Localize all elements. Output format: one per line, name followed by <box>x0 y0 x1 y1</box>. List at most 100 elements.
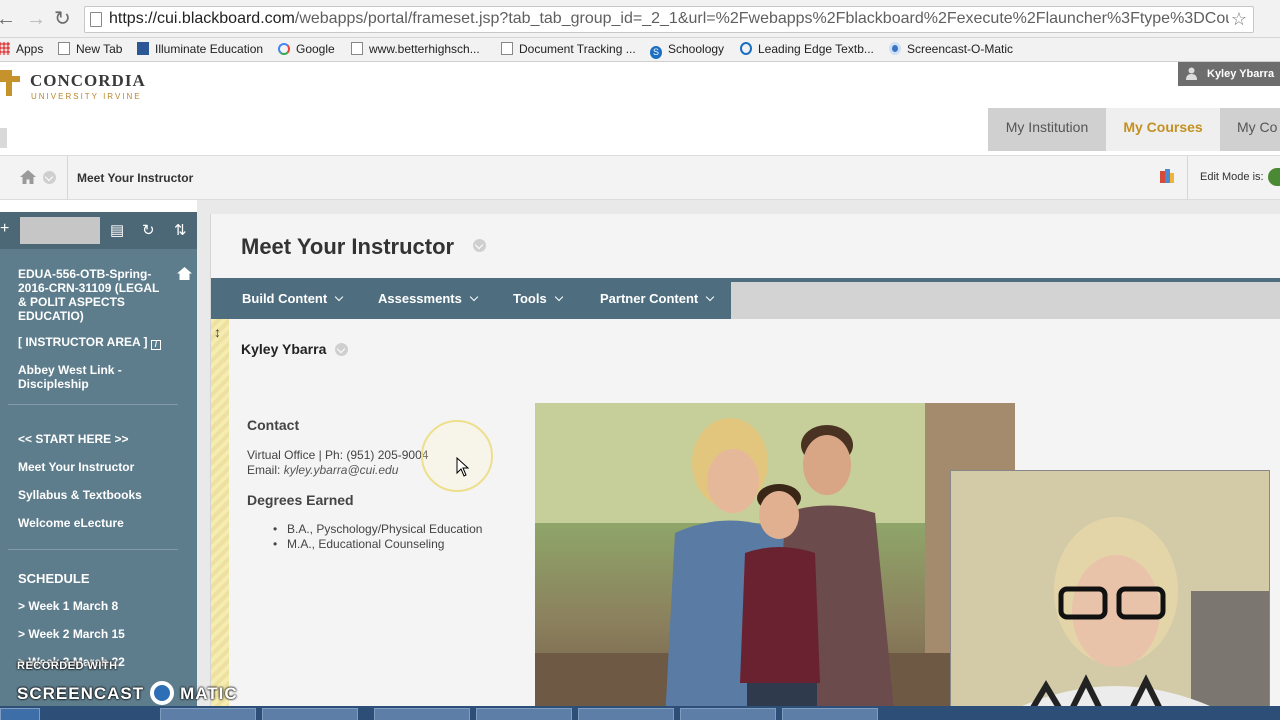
url-field[interactable]: https://cui.blackboard.com/webapps/porta… <box>84 6 1254 33</box>
partner-content-menu[interactable]: Partner Content <box>600 291 715 306</box>
user-name: Kyley Ybarra <box>1207 68 1275 80</box>
drag-handle-icon[interactable]: ↕ <box>214 324 221 340</box>
bookmark-google[interactable]: Google <box>278 42 335 56</box>
chevron-down-icon <box>334 292 344 302</box>
start-button[interactable] <box>0 708 40 720</box>
bookmark-screencast[interactable]: Screencast-O-Matic <box>889 42 1013 56</box>
course-title[interactable]: EDUA-556-OTB-Spring-2016-CRN-31109 (LEGA… <box>18 267 170 323</box>
taskbar-app-ie[interactable] <box>262 708 358 720</box>
tab-my-community[interactable]: My Co <box>1220 108 1280 151</box>
webcam-overlay <box>950 470 1270 710</box>
watermark-line1: RECORDED WITH <box>17 660 118 672</box>
sidebar-item-syllabus[interactable]: Syllabus & Textbooks <box>18 488 142 502</box>
taskbar-app-4[interactable] <box>680 708 776 720</box>
tools-menu[interactable]: Tools <box>513 291 563 306</box>
sidebar-item-meet-your-instructor[interactable]: Meet Your Instructor <box>18 460 134 474</box>
degree-item: M.A., Educational Counseling <box>273 537 444 551</box>
sidebar-item-abbey-west[interactable]: Abbey West Link - Discipleship <box>18 363 168 391</box>
page-title: Meet Your Instructor <box>241 234 455 259</box>
tab-my-institution[interactable]: My Institution <box>988 108 1106 151</box>
chevron-down-icon[interactable] <box>43 171 56 184</box>
color-palette-icon[interactable] <box>1160 169 1174 183</box>
refresh-icon[interactable]: ↻ <box>142 221 155 239</box>
action-bar-blank <box>731 282 1280 319</box>
windows-taskbar <box>0 706 1280 720</box>
page-icon <box>90 12 102 27</box>
hidden-item-icon: / <box>150 340 161 350</box>
contact-email-row: Email: kyley.ybarra@cui.edu <box>247 463 398 477</box>
taskbar-app-folder[interactable] <box>160 708 256 720</box>
watermark-screencast: SCREENCAST <box>17 684 145 703</box>
bookmark-schoology[interactable]: S Schoology <box>650 42 724 59</box>
edit-mode-toggle[interactable] <box>1268 168 1280 186</box>
bookmark-document-tracking[interactable]: Document Tracking ... <box>501 42 636 56</box>
course-menu-search[interactable] <box>20 217 100 244</box>
url-host: https://cui.blackboard.com <box>109 10 295 27</box>
google-icon <box>278 43 290 55</box>
taskbar-app-3[interactable] <box>578 708 674 720</box>
page-title-menu-icon[interactable] <box>473 239 486 252</box>
chevron-down-icon <box>705 292 715 302</box>
mouse-cursor-icon <box>456 457 470 477</box>
degree-item: B.A., Pyschology/Physical Education <box>273 522 482 536</box>
sidebar-item-week-1[interactable]: > Week 1 March 8 <box>18 599 118 613</box>
breadcrumb: Meet Your Instructor Edit Mode is: <box>0 155 1280 200</box>
leading-edge-icon <box>740 42 752 55</box>
concordia-logo-icon[interactable] <box>0 66 20 98</box>
taskbar-app-chrome[interactable] <box>374 708 470 720</box>
bookmark-star-icon[interactable]: ☆ <box>1231 9 1247 30</box>
course-menu: + ▤ ↻ ⇅ EDUA-556-OTB-Spring-2016-CRN-311… <box>0 212 197 720</box>
contact-heading: Contact <box>247 417 300 433</box>
tab-my-courses[interactable]: My Courses <box>1106 108 1220 151</box>
screencast-icon <box>889 42 901 55</box>
reload-icon[interactable]: ↻ <box>54 8 71 30</box>
bookmark-betterhighschool[interactable]: www.betterhighsch... <box>351 42 480 56</box>
folder-view-icon[interactable]: ▤ <box>110 221 124 239</box>
bookmark-apps[interactable]: Apps <box>0 42 43 56</box>
divider <box>1187 156 1188 199</box>
user-icon <box>1186 67 1197 80</box>
reorder-icon[interactable]: ⇅ <box>174 221 187 239</box>
build-content-menu[interactable]: Build Content <box>242 291 344 306</box>
browser-address-bar: ← → ↻ https://cui.blackboard.com/webapps… <box>0 0 1280 38</box>
collapse-handle[interactable] <box>0 128 7 148</box>
course-home-icon[interactable] <box>177 267 192 280</box>
degrees-heading: Degrees Earned <box>247 492 354 508</box>
forward-arrow-icon[interactable]: → <box>26 8 46 30</box>
back-arrow-icon[interactable]: ← <box>0 8 16 30</box>
logo-subtitle: UNIVERSITY IRVINE <box>31 92 142 101</box>
watermark-matic: MATIC <box>180 684 238 703</box>
home-icon[interactable] <box>20 170 36 184</box>
logo-name[interactable]: CONCORDIA <box>30 71 146 91</box>
edit-mode-label: Edit Mode is: <box>1200 171 1264 183</box>
bookmark-illuminate[interactable]: Illuminate Education <box>137 42 263 56</box>
site-header: CONCORDIA UNIVERSITY IRVINE Kyley Ybarra… <box>0 62 1280 155</box>
sidebar-item-week-2[interactable]: > Week 2 March 15 <box>18 627 125 641</box>
illuminate-icon <box>137 42 149 55</box>
add-menu-item-icon[interactable]: + <box>0 220 9 238</box>
content-item-drag-strip[interactable] <box>211 319 229 720</box>
sidebar-item-instructor-area[interactable]: [ INSTRUCTOR AREA ] / <box>18 335 161 350</box>
email-label: Email: <box>247 463 281 477</box>
bookmark-leading-edge[interactable]: Leading Edge Textb... <box>740 42 874 56</box>
sidebar-item-start-here[interactable]: << START HERE >> <box>18 432 128 446</box>
divider <box>67 156 68 199</box>
screencast-logo-icon <box>150 681 175 705</box>
email-link[interactable]: kyley.ybarra@cui.edu <box>284 463 399 477</box>
divider <box>8 549 178 550</box>
taskbar-app-spotify[interactable] <box>476 708 572 720</box>
url-path: /webapps/portal/frameset.jsp?tab_tab_gro… <box>294 10 1229 27</box>
instructor-family-photo <box>535 403 1015 720</box>
bookmark-new-tab[interactable]: New Tab <box>58 42 122 56</box>
apps-grid-icon <box>0 42 10 55</box>
chevron-down-icon <box>469 292 479 302</box>
user-menu-button[interactable]: Kyley Ybarra <box>1178 62 1280 86</box>
assessments-menu[interactable]: Assessments <box>378 291 479 306</box>
sidebar-item-welcome-electure[interactable]: Welcome eLecture <box>18 516 124 530</box>
chevron-down-icon <box>554 292 563 302</box>
screencast-watermark: RECORDED WITH SCREENCAST MATIC <box>17 660 237 705</box>
page-icon <box>58 42 70 55</box>
content-item-menu-icon[interactable] <box>335 343 348 356</box>
divider <box>8 404 178 405</box>
taskbar-app-5[interactable] <box>782 708 878 720</box>
